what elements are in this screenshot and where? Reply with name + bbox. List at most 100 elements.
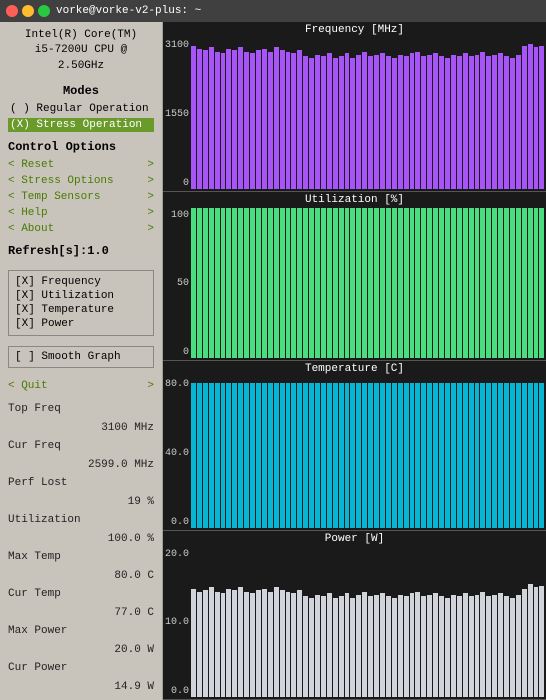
checkbox-temperature[interactable]: [X] Temperature <box>15 303 147 317</box>
bar <box>191 46 196 189</box>
bar <box>215 383 220 527</box>
bar <box>286 52 291 189</box>
power-y-axis: 20.0 10.0 0.0 <box>163 547 191 700</box>
control-reset[interactable]: < Reset > <box>8 158 154 172</box>
bar <box>274 47 279 188</box>
bar <box>197 592 202 697</box>
bar <box>380 208 385 359</box>
bar <box>433 53 438 188</box>
bar <box>356 595 361 697</box>
bar <box>250 593 255 697</box>
bar <box>392 598 397 697</box>
bar <box>427 383 432 527</box>
title-bar: vorke@vorke-v2-plus: ~ <box>0 0 546 22</box>
bar <box>504 56 509 188</box>
bar <box>404 56 409 188</box>
bar <box>309 58 314 189</box>
bar <box>374 55 379 189</box>
bar <box>386 208 391 359</box>
control-temp-sensors[interactable]: < Temp Sensors > <box>8 190 154 204</box>
bar <box>362 52 367 189</box>
bar <box>498 383 503 527</box>
bar <box>433 383 438 527</box>
bar <box>522 383 527 527</box>
stat-cur-temp-value: 77.0 C <box>8 604 154 623</box>
window-title: vorke@vorke-v2-plus: ~ <box>56 5 201 17</box>
bar <box>516 595 521 697</box>
maximize-button[interactable] <box>38 5 50 17</box>
checkbox-frequency[interactable]: [X] Frequency <box>15 275 147 289</box>
bar <box>286 208 291 359</box>
stat-cur-freq-value: 2599.0 MHz <box>8 456 154 475</box>
bar <box>480 592 485 697</box>
bar <box>415 208 420 359</box>
utilization-chart-wrapper: 100 50 0 <box>163 208 546 361</box>
bar <box>262 208 267 359</box>
control-help[interactable]: < Help > <box>8 206 154 220</box>
power-chart: Power [W] 20.0 10.0 0.0 <box>163 531 546 700</box>
close-button[interactable] <box>6 5 18 17</box>
bar <box>510 208 515 359</box>
bar <box>480 383 485 527</box>
control-about[interactable]: < About > <box>8 222 154 236</box>
bar <box>339 383 344 527</box>
stat-util-label: Utilization <box>8 511 154 530</box>
power-chart-title: Power [W] <box>163 531 546 547</box>
bar <box>421 383 426 527</box>
minimize-button[interactable] <box>22 5 34 17</box>
bar <box>191 208 196 359</box>
mode-stress[interactable]: (X) Stress Operation <box>8 118 154 132</box>
bar <box>333 58 338 189</box>
bar <box>421 596 426 697</box>
stat-cur-power-value: 14.9 W <box>8 678 154 697</box>
quit-button[interactable]: < Quit > <box>8 380 154 392</box>
smooth-graph-checkbox[interactable]: [ ] Smooth Graph <box>8 346 154 368</box>
stats-panel: Top Freq 3100 MHz Cur Freq 2599.0 MHz Pe… <box>8 400 154 696</box>
bar <box>315 383 320 527</box>
mode-regular[interactable]: ( ) Regular Operation <box>8 102 154 116</box>
bar <box>427 55 432 189</box>
bar <box>469 383 474 527</box>
bar <box>221 593 226 697</box>
bar <box>315 208 320 359</box>
stat-cur-temp-label: Cur Temp <box>8 585 154 604</box>
bar <box>250 208 255 359</box>
bar <box>528 208 533 359</box>
bar <box>398 208 403 359</box>
bar <box>297 50 302 188</box>
modes-header: Modes <box>8 84 154 98</box>
cpu-line1: Intel(R) Core(TM) <box>8 28 154 43</box>
bar <box>226 589 231 697</box>
bar <box>262 589 267 697</box>
bar <box>356 383 361 527</box>
bar <box>226 208 231 359</box>
bar <box>463 593 468 697</box>
checkbox-utilization[interactable]: [X] Utilization <box>15 289 147 303</box>
bar <box>256 590 261 697</box>
bar <box>209 47 214 188</box>
bar <box>510 598 515 697</box>
bar <box>404 383 409 527</box>
window-controls[interactable] <box>6 5 50 17</box>
bar <box>451 208 456 359</box>
bar <box>256 50 261 188</box>
bar <box>280 50 285 188</box>
bar <box>297 208 302 359</box>
checkbox-group: [X] Frequency [X] Utilization [X] Temper… <box>8 270 154 336</box>
bar <box>463 383 468 527</box>
bar <box>350 598 355 697</box>
bar <box>232 383 237 527</box>
bar <box>244 592 249 697</box>
bar <box>516 383 521 527</box>
bar <box>244 383 249 527</box>
bar <box>415 383 420 527</box>
bar <box>480 52 485 189</box>
checkbox-power[interactable]: [X] Power <box>15 317 147 331</box>
sidebar: Intel(R) Core(TM) i5-7200U CPU @ 2.50GHz… <box>0 22 163 700</box>
bar <box>492 208 497 359</box>
bar <box>333 383 338 527</box>
bar <box>445 383 450 527</box>
bar <box>203 50 208 188</box>
control-stress-options[interactable]: < Stress Options > <box>8 174 154 188</box>
stat-max-power-label: Max Power <box>8 622 154 641</box>
